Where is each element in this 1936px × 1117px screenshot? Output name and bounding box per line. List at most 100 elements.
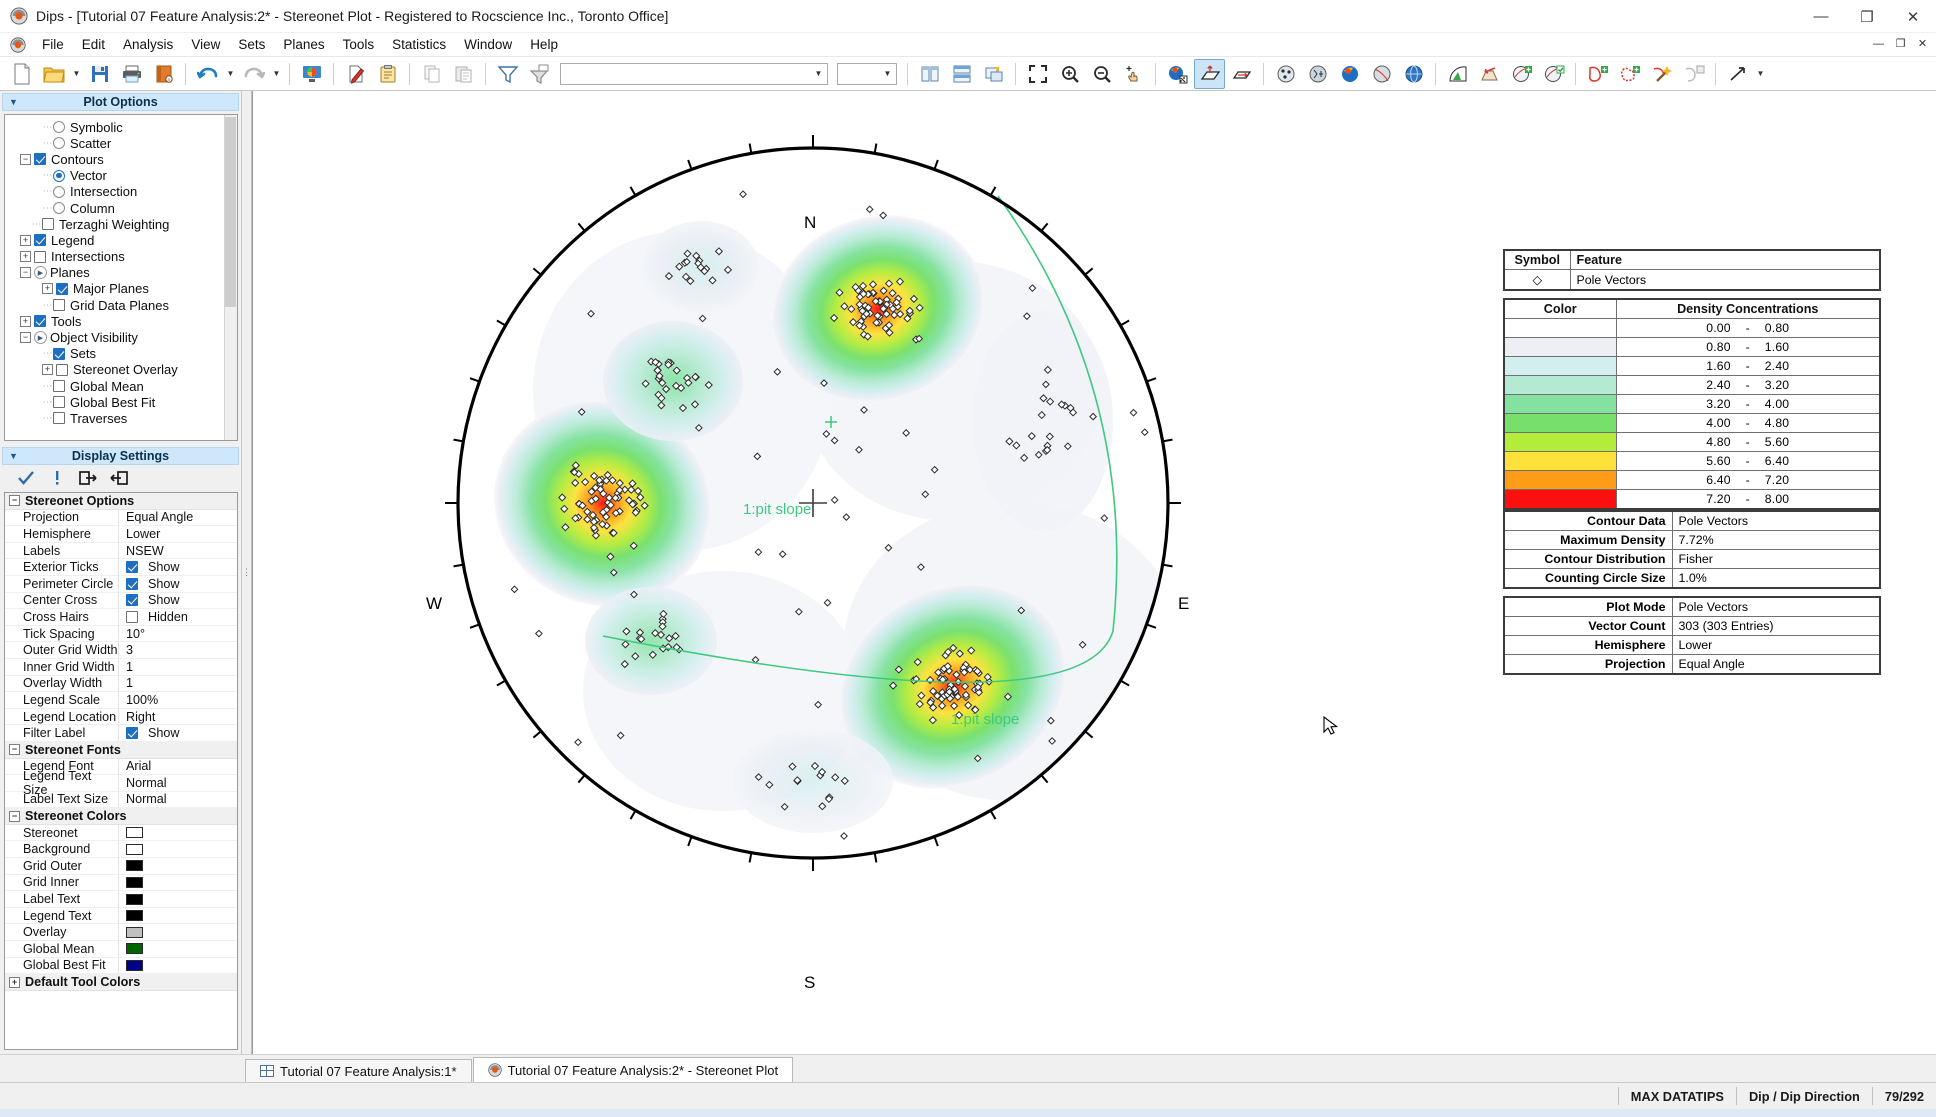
- clipboard-icon[interactable]: [372, 59, 403, 89]
- filter-combo[interactable]: ▼: [560, 63, 828, 85]
- checkbox[interactable]: [34, 315, 46, 327]
- arrow-icon[interactable]: ▶: [34, 266, 47, 279]
- wand-icon[interactable]: [1646, 59, 1677, 89]
- tree-item-intersections[interactable]: +Intersections: [5, 249, 237, 265]
- document-tab-1[interactable]: Tutorial 07 Feature Analysis:1*: [245, 1059, 472, 1082]
- collapse-icon[interactable]: −: [9, 744, 20, 755]
- mdi-minimize-button[interactable]: —: [1869, 34, 1888, 53]
- advanced-filter-icon[interactable]: [524, 59, 555, 89]
- undo-dropdown[interactable]: ▼: [224, 59, 237, 89]
- expand-icon[interactable]: +: [9, 977, 20, 988]
- color-swatch[interactable]: [126, 877, 143, 888]
- collapse-icon[interactable]: −: [9, 811, 20, 822]
- checkbox[interactable]: [34, 153, 46, 165]
- edit-note-icon[interactable]: [340, 59, 371, 89]
- checkbox[interactable]: [53, 412, 65, 424]
- arrow-icon[interactable]: ▶: [34, 331, 47, 344]
- checkbox[interactable]: [126, 578, 138, 590]
- tree-item-planes[interactable]: −▶Planes: [5, 265, 237, 281]
- radio-button[interactable]: [53, 121, 65, 133]
- menu-tools[interactable]: Tools: [334, 34, 384, 55]
- checkbox[interactable]: [126, 727, 138, 739]
- property-group-default-tool-colors[interactable]: +Default Tool Colors: [5, 974, 237, 991]
- property-row-cross-hairs[interactable]: Cross HairsHidden: [5, 609, 237, 626]
- menu-view[interactable]: View: [182, 34, 229, 55]
- tree-item-legend[interactable]: +Legend: [5, 232, 237, 248]
- tree-scroll-thumb[interactable]: [225, 117, 236, 307]
- property-row-inner-grid-width[interactable]: Inner Grid Width1: [5, 659, 237, 676]
- color-swatch[interactable]: [126, 960, 143, 971]
- color-swatch[interactable]: [126, 894, 143, 905]
- checkbox[interactable]: [53, 380, 65, 392]
- checkbox[interactable]: [34, 234, 46, 246]
- tree-scrollbar[interactable]: [224, 115, 237, 440]
- redo-dropdown[interactable]: ▼: [270, 59, 283, 89]
- add-set-icon[interactable]: [1506, 59, 1537, 89]
- tree-item-object-visibility[interactable]: −▶Object Visibility: [5, 329, 237, 345]
- new-icon[interactable]: [6, 59, 37, 89]
- radio-button[interactable]: [53, 170, 65, 182]
- checkbox[interactable]: [126, 611, 138, 623]
- mdi-restore-button[interactable]: ❐: [1891, 34, 1910, 53]
- property-row-background[interactable]: Background: [5, 841, 237, 858]
- scatter-plot-icon[interactable]: [1270, 59, 1301, 89]
- collapse-icon[interactable]: −: [20, 332, 31, 343]
- tree-item-contours[interactable]: −Contours: [5, 151, 237, 167]
- tree-item-symbolic[interactable]: ⋯Symbolic: [5, 119, 237, 135]
- color-swatch[interactable]: [126, 827, 143, 838]
- property-row-overlay[interactable]: Overlay: [5, 924, 237, 941]
- checkbox[interactable]: [53, 299, 65, 311]
- property-row-legend-text[interactable]: Legend Text: [5, 908, 237, 925]
- property-group-stereonet-fonts[interactable]: −Stereonet Fonts: [5, 742, 237, 759]
- property-row-labels[interactable]: LabelsNSEW: [5, 543, 237, 560]
- chevron-down-icon[interactable]: ▼: [810, 64, 827, 84]
- tree-item-stereonet-overlay[interactable]: +Stereonet Overlay: [5, 362, 237, 378]
- property-row-center-cross[interactable]: Center CrossShow: [5, 593, 237, 610]
- expand-icon[interactable]: +: [42, 364, 53, 375]
- plot-options-header[interactable]: ▼ Plot Options: [2, 93, 239, 111]
- tree-item-major-planes[interactable]: +Major Planes: [5, 281, 237, 297]
- rosette-icon[interactable]: [1366, 59, 1397, 89]
- zoom-stereonet-icon[interactable]: [1162, 59, 1193, 89]
- stereonet-plot-area[interactable]: N E S W 1:pit slope 1:pit slope Symbol F…: [252, 91, 1936, 1054]
- property-row-hemisphere[interactable]: HemisphereLower: [5, 526, 237, 543]
- collapse-icon[interactable]: −: [20, 154, 31, 165]
- tree-item-grid-data-planes[interactable]: ⋯Grid Data Planes: [5, 297, 237, 313]
- close-button[interactable]: ✕: [1890, 0, 1936, 33]
- zoom-all-icon[interactable]: [1022, 59, 1053, 89]
- display-settings-header[interactable]: ▼ Display Settings: [2, 447, 239, 465]
- chevron-down-icon[interactable]: ▼: [879, 64, 896, 84]
- radio-button[interactable]: [53, 137, 65, 149]
- add-plane-icon[interactable]: [1194, 59, 1225, 89]
- menu-statistics[interactable]: Statistics: [383, 34, 455, 55]
- apply-icon[interactable]: [12, 467, 40, 489]
- measure-icon[interactable]: [1722, 59, 1753, 89]
- tree-item-sets[interactable]: ⋯Sets: [5, 346, 237, 362]
- menu-sets[interactable]: Sets: [229, 34, 274, 55]
- plot-options-tree[interactable]: ⋯Symbolic⋯Scatter−Contours⋯Vector⋯Inters…: [4, 114, 238, 441]
- open-dropdown[interactable]: ▼: [70, 59, 83, 89]
- menu-help[interactable]: Help: [521, 34, 567, 55]
- property-row-projection[interactable]: ProjectionEqual Angle: [5, 510, 237, 527]
- undo-icon[interactable]: [192, 59, 223, 89]
- minimize-button[interactable]: —: [1798, 0, 1844, 33]
- property-row-outer-grid-width[interactable]: Outer Grid Width3: [5, 642, 237, 659]
- print-icon[interactable]: [116, 59, 147, 89]
- zoom-out-icon[interactable]: [1086, 59, 1117, 89]
- add-dip-vector-icon[interactable]: [1226, 59, 1257, 89]
- property-row-exterior-ticks[interactable]: Exterior TicksShow: [5, 559, 237, 576]
- filter-icon[interactable]: [492, 59, 523, 89]
- checkbox[interactable]: [53, 396, 65, 408]
- property-row-legend-location[interactable]: Legend LocationRight: [5, 709, 237, 726]
- stereonet-3d-icon[interactable]: [1398, 59, 1429, 89]
- pole-vector-icon[interactable]: [1334, 59, 1365, 89]
- color-swatch[interactable]: [126, 927, 143, 938]
- display-settings-property-grid[interactable]: −Stereonet OptionsProjectionEqual AngleH…: [4, 492, 238, 1050]
- major-planes-icon[interactable]: [1442, 59, 1473, 89]
- expand-icon[interactable]: +: [20, 251, 31, 262]
- property-row-perimeter-circle[interactable]: Perimeter CircleShow: [5, 576, 237, 593]
- display-options-icon[interactable]: [296, 59, 327, 89]
- property-row-global-best-fit[interactable]: Global Best Fit: [5, 958, 237, 975]
- tree-item-vector[interactable]: ⋯Vector: [5, 168, 237, 184]
- collapse-icon[interactable]: −: [9, 495, 20, 506]
